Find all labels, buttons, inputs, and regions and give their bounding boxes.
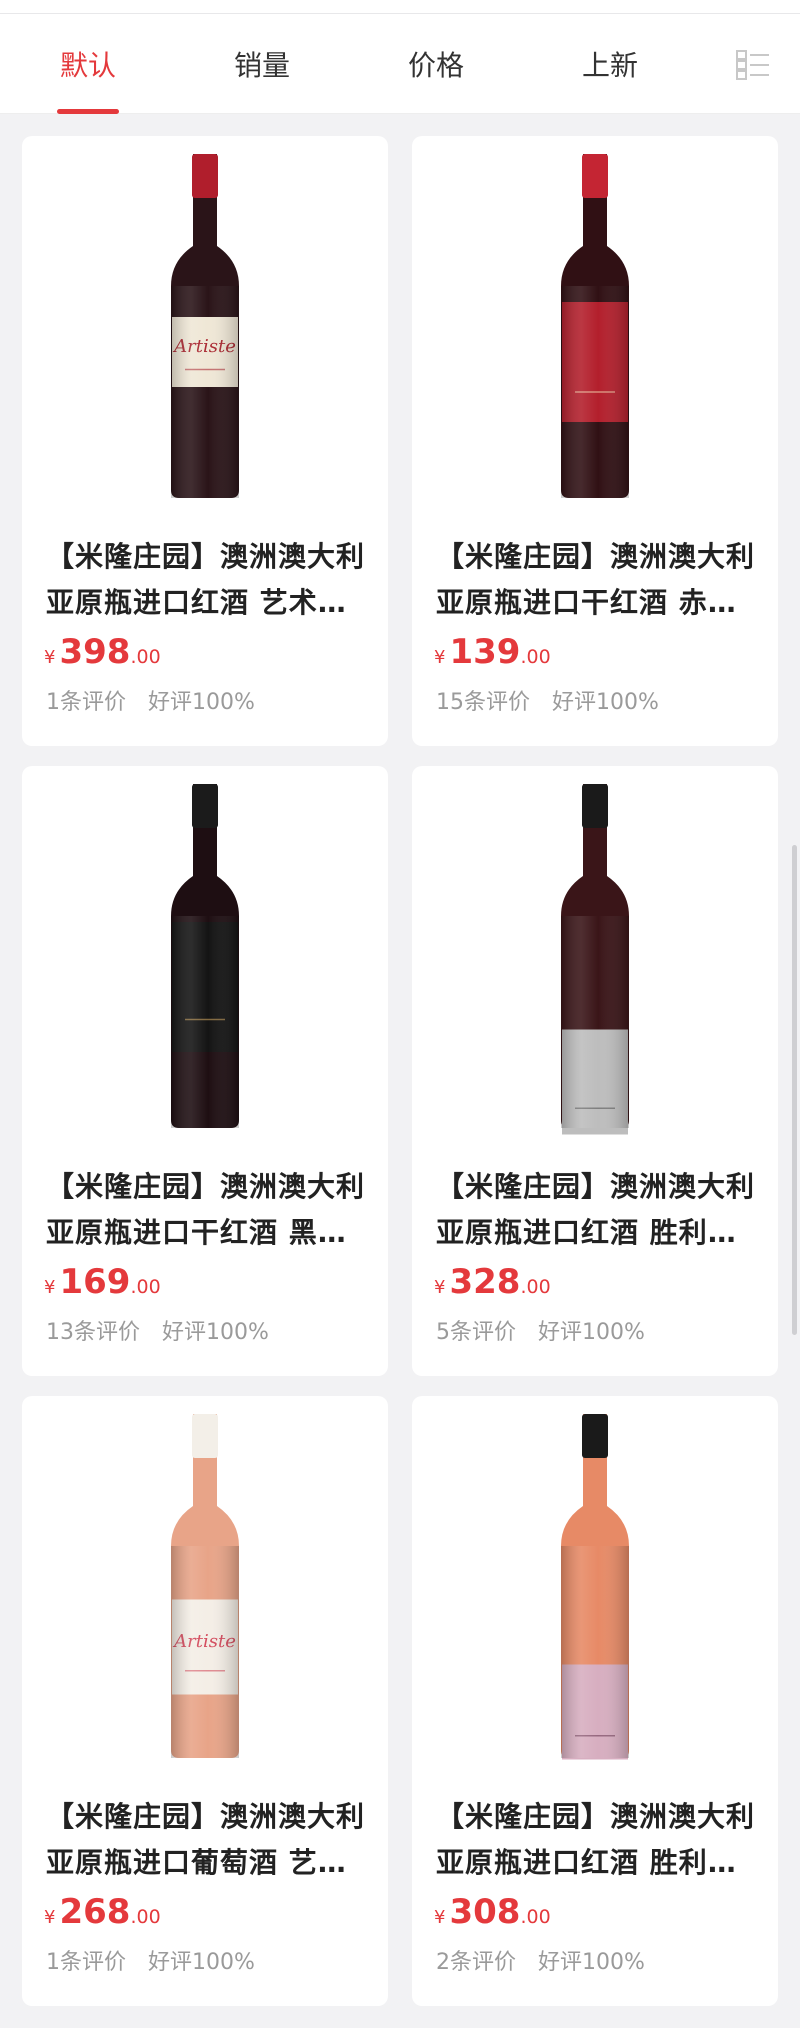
wine-bottle-image: Artiste	[171, 1414, 239, 1758]
product-image[interactable]	[412, 1396, 778, 1776]
product-price: ¥398.00	[44, 632, 161, 672]
product-card[interactable]: 【米隆庄园】澳洲澳大利亚原瓶进口红酒 胜利干红葡萄酒¥328.005条评价好评1…	[412, 766, 778, 1376]
product-card[interactable]: Artiste 【米隆庄园】澳洲澳大利亚原瓶进口红酒 艺术家西拉干红葡萄酒 ¥398…	[22, 136, 388, 746]
product-review-summary: 1条评价 好评100%	[46, 1944, 255, 1976]
product-title[interactable]: 【米隆庄园】澳洲澳大利亚原瓶进口干红酒 赤霞珠干红葡萄酒	[436, 534, 760, 626]
product-title[interactable]: 【米隆庄园】澳洲澳大利亚原瓶进口红酒 胜利干红葡萄酒	[436, 1164, 760, 1256]
product-title[interactable]: 【米隆庄园】澳洲澳大利亚原瓶进口葡萄酒 艺术家桃红葡萄酒	[46, 1794, 370, 1886]
product-card[interactable]: 【米隆庄园】澳洲澳大利亚原瓶进口干红酒 黑标干红葡萄酒 ¥169.00 13条评价好…	[22, 766, 388, 1376]
product-card[interactable]: 【米隆庄园】澳洲澳大利亚原瓶进口干红酒 赤霞珠干红葡萄酒 ¥139.00 15条评价…	[412, 136, 778, 746]
currency-symbol: ¥	[44, 1277, 56, 1298]
positive-rating: 好评100%	[148, 690, 255, 715]
product-price: ¥268.00	[44, 1892, 161, 1932]
price-integer: 169	[59, 1262, 131, 1302]
product-image[interactable]	[22, 766, 388, 1146]
tab-new[interactable]: 上新	[540, 14, 680, 114]
price-decimal: .00	[520, 1276, 551, 1298]
product-title[interactable]: 【米隆庄园】澳洲澳大利亚原瓶进口干红酒 黑标干红葡萄酒	[46, 1164, 370, 1256]
product-title[interactable]: 【米隆庄园】澳洲澳大利亚原瓶进口红酒 胜利桃红葡萄酒	[436, 1794, 760, 1886]
positive-rating: 好评100%	[552, 690, 659, 715]
price-integer: 398	[59, 632, 131, 672]
product-review-summary: 1条评价 好评100%	[46, 684, 255, 716]
review-count: 2条评价	[436, 1950, 516, 1975]
price-decimal: .00	[130, 1276, 161, 1298]
review-count: 1条评价	[46, 1950, 126, 1975]
price-decimal: .00	[520, 646, 551, 668]
status-strip	[0, 0, 800, 14]
wine-bottle-image	[561, 154, 629, 498]
positive-rating: 好评100%	[162, 1320, 269, 1345]
price-integer: 308	[449, 1892, 521, 1932]
tab-label: 上新	[581, 49, 638, 82]
tab-sales[interactable]: 销量	[192, 14, 332, 114]
currency-symbol: ¥	[44, 647, 56, 668]
product-price: ¥328.00	[434, 1262, 551, 1302]
sort-tab-bar: 默认 销量 价格 上新	[0, 14, 800, 114]
review-count: 5条评价	[436, 1320, 516, 1345]
product-image[interactable]: Artiste	[22, 1396, 388, 1776]
currency-symbol: ¥	[434, 1277, 446, 1298]
wine-bottle-image: Artiste	[171, 154, 239, 498]
product-card[interactable]: 【米隆庄园】澳洲澳大利亚原瓶进口红酒 胜利桃红葡萄酒¥308.002条评价好评1…	[412, 1396, 778, 2006]
review-count: 1条评价	[46, 690, 126, 715]
product-review-summary: 13条评价 好评100%	[46, 1314, 269, 1346]
currency-symbol: ¥	[434, 1907, 446, 1928]
positive-rating: 好评100%	[148, 1950, 255, 1975]
product-review-summary: 2条评价 好评100%	[436, 1944, 645, 1976]
price-integer: 268	[59, 1892, 131, 1932]
tab-label: 价格	[407, 49, 464, 82]
price-integer: 139	[449, 632, 521, 672]
tab-label: 默认	[59, 49, 116, 82]
product-review-summary: 5条评价 好评100%	[436, 1314, 645, 1346]
positive-rating: 好评100%	[538, 1950, 645, 1975]
price-integer: 328	[449, 1262, 521, 1302]
product-image[interactable]	[412, 136, 778, 516]
wine-bottle-image	[171, 784, 239, 1128]
product-card[interactable]: Artiste 【米隆庄园】澳洲澳大利亚原瓶进口葡萄酒 艺术家桃红葡萄酒 ¥268.…	[22, 1396, 388, 2006]
tab-price[interactable]: 价格	[366, 14, 506, 114]
list-view-icon[interactable]	[736, 50, 770, 80]
positive-rating: 好评100%	[538, 1320, 645, 1345]
product-title[interactable]: 【米隆庄园】澳洲澳大利亚原瓶进口红酒 艺术家西拉干红葡萄酒	[46, 534, 370, 626]
currency-symbol: ¥	[434, 647, 446, 668]
product-price: ¥139.00	[434, 632, 551, 672]
product-price: ¥308.00	[434, 1892, 551, 1932]
tab-default[interactable]: 默认	[18, 14, 158, 114]
wine-bottle-image	[561, 1414, 629, 1760]
product-price: ¥169.00	[44, 1262, 161, 1302]
price-decimal: .00	[130, 1906, 161, 1928]
price-decimal: .00	[130, 646, 161, 668]
product-image[interactable]	[412, 766, 778, 1146]
wine-bottle-image	[561, 784, 629, 1135]
product-review-summary: 15条评价 好评100%	[436, 684, 659, 716]
review-count: 13条评价	[46, 1320, 140, 1345]
active-tab-underline	[57, 109, 119, 114]
product-image[interactable]: Artiste	[22, 136, 388, 516]
scrollbar[interactable]	[792, 845, 797, 1335]
tab-label: 销量	[233, 49, 290, 82]
review-count: 15条评价	[436, 690, 530, 715]
price-decimal: .00	[520, 1906, 551, 1928]
currency-symbol: ¥	[44, 1907, 56, 1928]
